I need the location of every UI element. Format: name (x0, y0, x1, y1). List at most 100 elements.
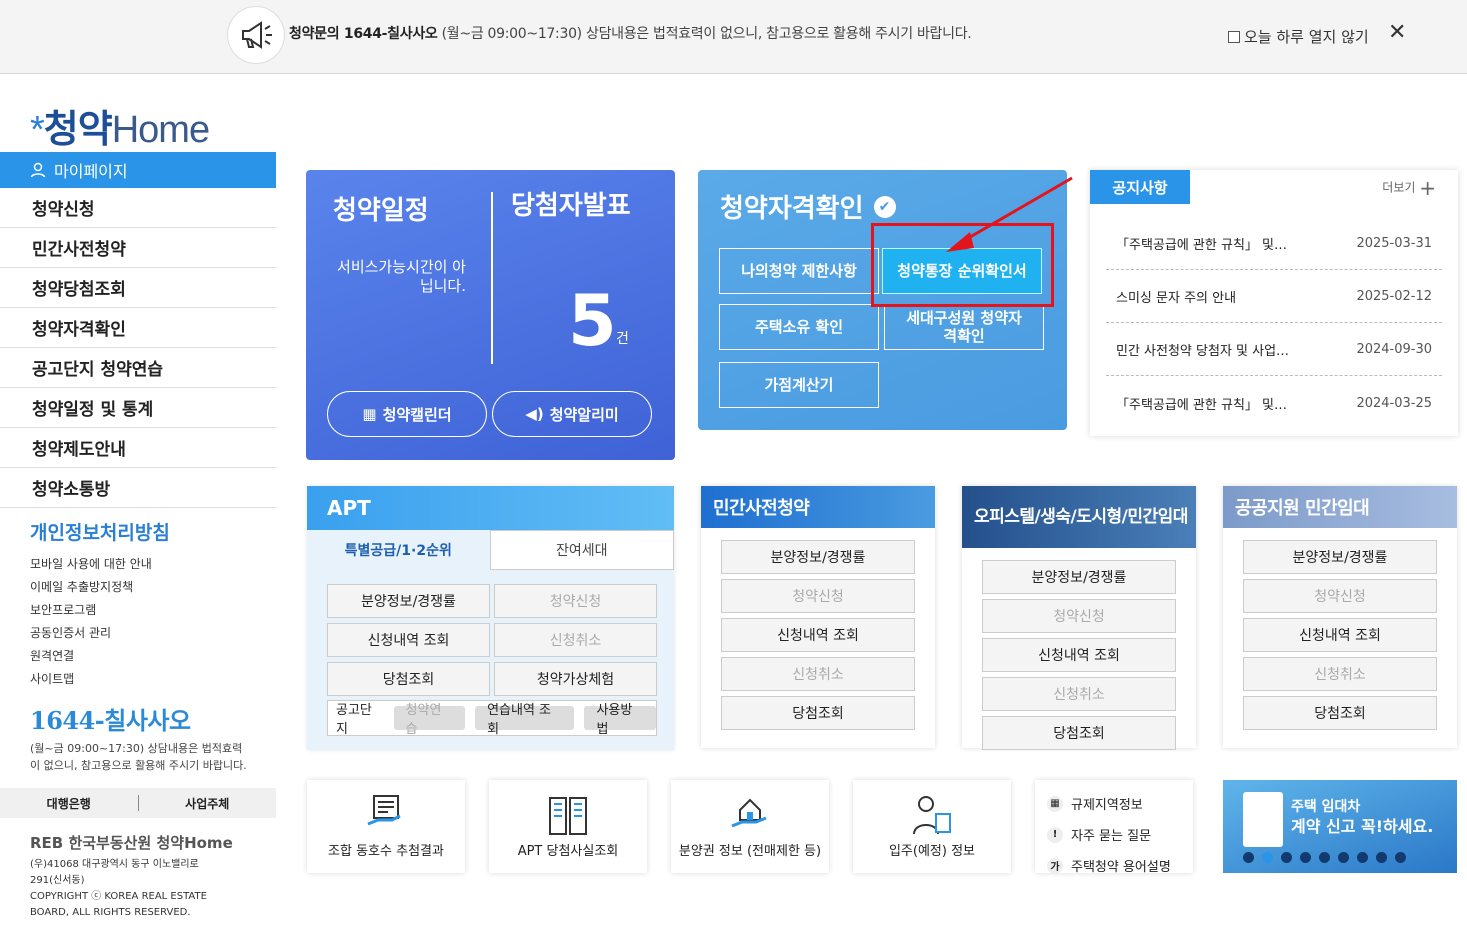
winner-announce-title[interactable]: 당첨자발표 (511, 190, 631, 222)
check-icon: ✔ (873, 195, 896, 218)
glossary-link[interactable]: 가 주택청약 용어설명 (1047, 850, 1181, 881)
more-link[interactable]: 더보기 + (1382, 176, 1436, 200)
notice-row[interactable]: 「주택공급에 관한 규칙」 및… 2025-03-31 (1106, 217, 1442, 270)
apt-title: APT (307, 486, 674, 530)
ot-apply-button[interactable]: 청약신청 (982, 599, 1176, 633)
practice-history-button[interactable]: 연습내역 조회 (475, 703, 575, 737)
household-qualification-button[interactable]: 세대구성원 청약자격확인 (884, 304, 1044, 350)
move-in-info-tile[interactable]: 입주(예정) 정보 (853, 780, 1011, 873)
count-unit: 건 (616, 331, 629, 347)
schedule-panel: 청약일정 당첨자발표 서비스가능시간이 아닙니다. 5 건 ▦ 청약캘린더 ◀) 청… (306, 170, 675, 460)
faq-link[interactable]: ! 자주 묻는 질문 (1047, 819, 1181, 850)
ot-history-button[interactable]: 신청내역 조회 (982, 638, 1176, 672)
pr-cancel-button[interactable]: 신청취소 (1243, 657, 1437, 691)
apt-cancel-button[interactable]: 신청취소 (494, 623, 657, 657)
exclamation-icon: ! (1047, 826, 1063, 843)
officetel-panel: 오피스텔/생숙/도시형/민간임대 분양정보/경쟁률 청약신청 신청내역 조회 신… (962, 486, 1196, 750)
agency-bank-link[interactable]: 대행은행 (0, 795, 138, 812)
apt-history-button[interactable]: 신청내역 조회 (327, 623, 490, 657)
pr-winner-button[interactable]: 당첨조회 (1243, 696, 1437, 730)
notice-tab[interactable]: 공지사항 (1090, 170, 1190, 204)
red-arrow-annotation (946, 176, 1073, 252)
calendar-icon: ▦ (362, 405, 377, 423)
certificate-link[interactable]: 공동인증서 관리 (30, 622, 276, 645)
business-entity-link[interactable]: 사업주체 (139, 795, 277, 812)
apt-winner-fact-tile[interactable]: APT 당첨사실조회 (489, 780, 647, 873)
calendar-button[interactable]: ▦ 청약캘린더 (327, 391, 487, 437)
tab-special-supply[interactable]: 특별공급/1·2순위 (307, 530, 490, 570)
pp-history-button[interactable]: 신청내역 조회 (721, 618, 915, 652)
apt-sale-info-button[interactable]: 분양정보/경쟁률 (327, 584, 490, 618)
bank-links: 대행은행 사업주체 (0, 788, 276, 818)
contact-info: 1644-칠사사오 (월~금 09:00~17:30) 상담내용은 법적효력이 … (30, 706, 247, 772)
apt-apply-button[interactable]: 청약신청 (494, 584, 657, 618)
pp-winner-button[interactable]: 당첨조회 (721, 696, 915, 730)
top-notice-bar: 청약문의 1644-칠사사오 (월~금 09:00~17:30) 상담내용은 법… (0, 0, 1467, 74)
union-lottery-tile[interactable]: 조합 동호수 추첨결과 (307, 780, 465, 873)
pr-sale-info-button[interactable]: 분양정보/경쟁률 (1243, 540, 1437, 574)
sidebar-mypage[interactable]: 마이페이지 (0, 152, 276, 188)
private-pre-title: 민간사전청약 (701, 486, 935, 528)
pr-apply-button[interactable]: 청약신청 (1243, 579, 1437, 613)
close-icon[interactable]: ✕ (1388, 22, 1406, 44)
notice-row[interactable]: 민간 사전청약 당첨자 및 사업… 2024-09-30 (1106, 323, 1442, 376)
schedule-title[interactable]: 청약일정 (333, 190, 429, 227)
sidebar-item-communication[interactable]: 청약소통방 (0, 468, 276, 508)
email-policy-link[interactable]: 이메일 추출방지정책 (30, 576, 276, 599)
notice-row[interactable]: 「주택공급에 관한 규칙」 및… 2024-03-25 (1106, 377, 1442, 430)
presale-right-tile[interactable]: 분양권 정보 (전매제한 등) (671, 780, 829, 873)
pp-apply-button[interactable]: 청약신청 (721, 579, 915, 613)
cheongyak-home-logo[interactable]: *청약Home (30, 98, 210, 153)
how-to-use-button[interactable]: 사용방법 (584, 703, 656, 737)
banner-pagination[interactable] (1243, 852, 1406, 863)
sidebar-item-system-guide[interactable]: 청약제도안내 (0, 428, 276, 468)
plus-icon: + (1419, 176, 1436, 200)
apt-winner-button[interactable]: 당첨조회 (327, 662, 490, 696)
sidebar-item-qualification[interactable]: 청약자격확인 (0, 308, 276, 348)
security-program-link[interactable]: 보안프로그램 (30, 599, 276, 622)
dont-show-today-checkbox[interactable]: 오늘 하루 열지 않기 (1228, 26, 1369, 47)
practice-button[interactable]: 청약연습 (393, 703, 466, 737)
officetel-title: 오피스텔/생숙/도시형/민간임대 (962, 486, 1196, 548)
person-document-icon (913, 796, 951, 835)
regulated-area-link[interactable]: ▦ 규제지역정보 (1047, 788, 1181, 819)
ot-winner-button[interactable]: 당첨조회 (982, 716, 1176, 750)
sidebar-item-apply[interactable]: 청약신청 (0, 188, 276, 228)
tab-remaining-units[interactable]: 잔여세대 (489, 530, 674, 570)
document-hand-icon (367, 795, 401, 826)
apt-virtual-experience-button[interactable]: 청약가상체험 (494, 662, 657, 696)
housing-ownership-button[interactable]: 주택소유 확인 (719, 304, 879, 350)
sidebar-item-practice[interactable]: 공고단지 청약연습 (0, 348, 276, 388)
building-icon (549, 797, 587, 835)
sidebar-item-schedule-stats[interactable]: 청약일정 및 통계 (0, 388, 276, 428)
glossary-icon: 가 (1047, 857, 1063, 874)
ot-cancel-button[interactable]: 신청취소 (982, 677, 1176, 711)
pr-history-button[interactable]: 신청내역 조회 (1243, 618, 1437, 652)
reb-logo: REB 한국부동산원 청약Home (30, 834, 233, 852)
sidebar-item-winner-check[interactable]: 청약당첨조회 (0, 268, 276, 308)
mobile-guide-link[interactable]: 모바일 사용에 대한 안내 (30, 553, 276, 576)
remote-link[interactable]: 원격연결 (30, 645, 276, 668)
notice-row[interactable]: 스미싱 문자 주의 안내 2025-02-12 (1106, 270, 1442, 323)
my-restriction-button[interactable]: 나의청약 제한사항 (719, 248, 879, 294)
building-small-icon: ▦ (1047, 795, 1063, 812)
alarm-button[interactable]: ◀) 청약알리미 (492, 391, 652, 437)
points-calculator-button[interactable]: 가점계산기 (719, 362, 879, 408)
winner-count: 5 (568, 280, 617, 362)
sitemap-link[interactable]: 사이트맵 (30, 668, 276, 691)
pp-cancel-button[interactable]: 신청취소 (721, 657, 915, 691)
sidebar: 마이페이지 청약신청 민간사전청약 청약당첨조회 청약자격확인 공고단지 청약연… (0, 152, 276, 921)
sidebar-item-private-pre[interactable]: 민간사전청약 (0, 228, 276, 268)
rental-report-banner[interactable]: 주택 임대차 계약 신고 꼭!하세요. (1223, 780, 1457, 873)
privacy-policy-link[interactable]: 개인정보처리방침 (30, 518, 276, 545)
speaker-icon: ◀) (525, 405, 544, 423)
user-icon (30, 162, 46, 178)
address-text: (우)41068 대구광역시 동구 이노밸리로 291(신서동) COPYRIGH… (30, 859, 207, 918)
public-rental-title: 공공지원 민간임대 (1223, 486, 1457, 528)
ot-sale-info-button[interactable]: 분양정보/경쟁률 (982, 560, 1176, 594)
quick-links: ▦ 규제지역정보 ! 자주 묻는 질문 가 주택청약 용어설명 (1035, 780, 1193, 875)
public-rental-panel: 공공지원 민간임대 분양정보/경쟁률 청약신청 신청내역 조회 신청취소 당첨조… (1223, 486, 1457, 748)
pp-sale-info-button[interactable]: 분양정보/경쟁률 (721, 540, 915, 574)
apt-panel: APT 특별공급/1·2순위 잔여세대 분양정보/경쟁률 청약신청 신청내역 조… (307, 486, 674, 750)
megaphone-icon (227, 6, 285, 64)
